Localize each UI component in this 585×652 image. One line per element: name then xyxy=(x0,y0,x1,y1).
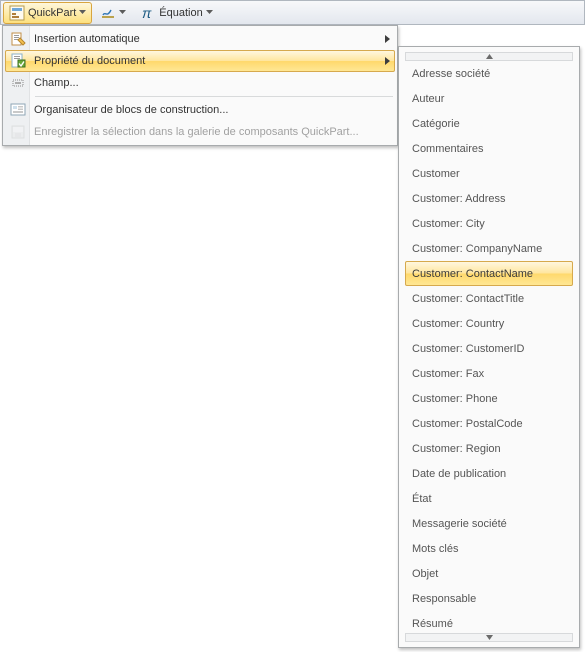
submenu-item-label: Adresse société xyxy=(412,68,490,80)
submenu-scroll-up[interactable] xyxy=(405,52,573,61)
submenu-item[interactable]: Customer: ContactName xyxy=(405,261,573,286)
submenu-item-label: Auteur xyxy=(412,93,444,105)
submenu-item-label: Customer: Fax xyxy=(412,368,484,380)
quickpart-label: QuickPart xyxy=(28,7,76,19)
submenu-item-label: Customer: City xyxy=(412,218,485,230)
submenu-item-label: État xyxy=(412,493,432,505)
submenu-item-label: Objet xyxy=(412,568,438,580)
submenu-item[interactable]: Customer: Fax xyxy=(405,361,573,386)
pi-icon: π xyxy=(140,5,156,21)
menu-item-bb-organizer[interactable]: Organisateur de blocs de construction... xyxy=(5,99,395,121)
submenu-item-label: Customer: PostalCode xyxy=(412,418,523,430)
property-icon xyxy=(6,50,30,72)
menu-item-document-property[interactable]: Propriété du document xyxy=(5,50,395,72)
submenu-item-label: Customer: Address xyxy=(412,193,506,205)
submenu-item-label: Customer: ContactTitle xyxy=(412,293,524,305)
document-property-submenu: Adresse société Auteur Catégorie Commentair… xyxy=(398,46,580,648)
submenu-item[interactable]: Commentaires xyxy=(405,136,573,161)
submenu-item[interactable]: Adresse société xyxy=(405,61,573,86)
submenu-item[interactable]: Customer: Phone xyxy=(405,386,573,411)
quickpart-icon xyxy=(9,5,25,21)
equation-label: Équation xyxy=(159,7,202,19)
signature-icon xyxy=(100,5,116,21)
submenu-item[interactable]: Customer: Country xyxy=(405,311,573,336)
equation-dropdown-arrow xyxy=(206,10,213,15)
menu-item-field[interactable]: Champ... xyxy=(5,72,395,94)
submenu-arrow-icon xyxy=(380,35,394,43)
signature-line-button[interactable] xyxy=(94,2,132,24)
submenu-item[interactable]: Date de publication xyxy=(405,461,573,486)
submenu-arrow-icon xyxy=(380,57,394,65)
submenu-item-label: Mots clés xyxy=(412,543,458,555)
menu-item-label: Organisateur de blocs de construction... xyxy=(30,104,380,116)
organizer-icon xyxy=(6,99,30,121)
submenu-item[interactable]: Customer: Address xyxy=(405,186,573,211)
submenu-item[interactable]: Mots clés xyxy=(405,536,573,561)
submenu-item-label: Messagerie société xyxy=(412,518,507,530)
submenu-item[interactable]: Auteur xyxy=(405,86,573,111)
submenu-list: Adresse société Auteur Catégorie Commentair… xyxy=(405,61,579,633)
submenu-item-label: Customer: Country xyxy=(412,318,504,330)
menu-separator xyxy=(35,96,393,97)
submenu-item[interactable]: État xyxy=(405,486,573,511)
submenu-item-label: Customer xyxy=(412,168,460,180)
quickpart-dropdown-arrow xyxy=(79,10,86,15)
menu-item-insertion-auto[interactable]: Insertion automatique xyxy=(5,28,395,50)
submenu-item[interactable]: Résumé xyxy=(405,611,573,633)
submenu-item[interactable]: Customer xyxy=(405,161,573,186)
submenu-item[interactable]: Customer: CompanyName xyxy=(405,236,573,261)
ribbon-bar: QuickPart π Équation xyxy=(0,0,585,25)
submenu-item[interactable]: Messagerie société xyxy=(405,511,573,536)
submenu-item-label: Customer: Phone xyxy=(412,393,498,405)
quickpart-button[interactable]: QuickPart xyxy=(3,2,92,24)
menu-item-save-selection: Enregistrer la sélection dans la galerie… xyxy=(5,121,395,143)
submenu-item[interactable]: Customer: City xyxy=(405,211,573,236)
signature-dropdown-arrow xyxy=(119,10,126,15)
submenu-item-label: Customer: CustomerID xyxy=(412,343,524,355)
menu-item-label: Champ... xyxy=(30,77,380,89)
submenu-item-label: Résumé xyxy=(412,618,453,630)
submenu-item-label: Customer: CompanyName xyxy=(412,243,542,255)
submenu-item[interactable]: Catégorie xyxy=(405,111,573,136)
submenu-item[interactable]: Responsable xyxy=(405,586,573,611)
submenu-item[interactable]: Customer: CustomerID xyxy=(405,336,573,361)
menu-item-label: Propriété du document xyxy=(30,55,380,67)
submenu-item-label: Customer: ContactName xyxy=(412,268,533,280)
submenu-item-label: Catégorie xyxy=(412,118,460,130)
submenu-item-label: Customer: Region xyxy=(412,443,501,455)
svg-text:π: π xyxy=(142,5,152,21)
submenu-item[interactable]: Objet xyxy=(405,561,573,586)
submenu-item[interactable]: Customer: Region xyxy=(405,436,573,461)
submenu-item-label: Responsable xyxy=(412,593,476,605)
submenu-scroll-down[interactable] xyxy=(405,633,573,642)
menu-item-label: Insertion automatique xyxy=(30,33,380,45)
submenu-item[interactable]: Customer: PostalCode xyxy=(405,411,573,436)
submenu-item-label: Commentaires xyxy=(412,143,484,155)
field-icon xyxy=(6,72,30,94)
submenu-item[interactable]: Customer: ContactTitle xyxy=(405,286,573,311)
submenu-item-label: Date de publication xyxy=(412,468,506,480)
autocontent-icon xyxy=(6,28,30,50)
equation-button[interactable]: π Équation xyxy=(134,2,218,24)
menu-item-label: Enregistrer la sélection dans la galerie… xyxy=(30,126,380,138)
save-selection-icon xyxy=(6,121,30,143)
quickpart-menu: Insertion automatique Propriété du docum… xyxy=(2,25,398,146)
